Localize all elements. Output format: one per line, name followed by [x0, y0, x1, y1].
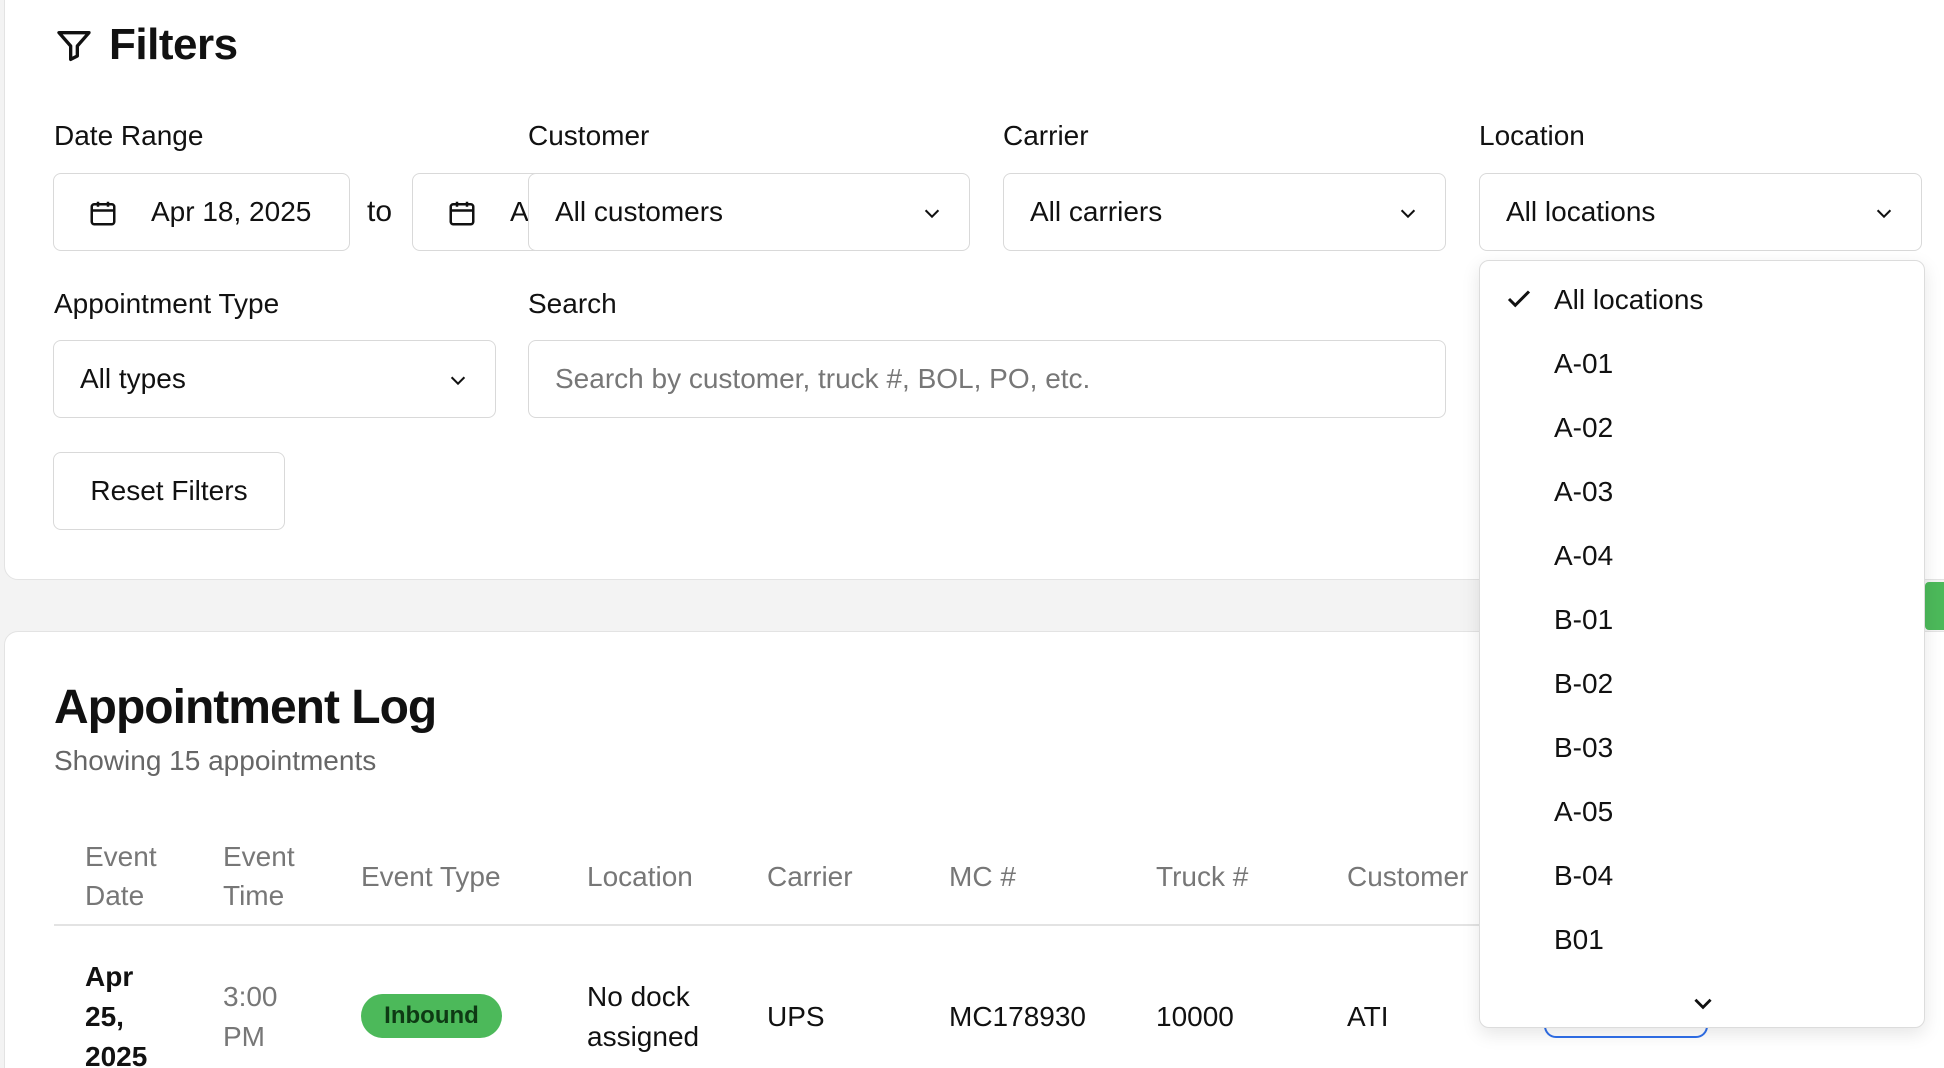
search-placeholder: Search by customer, truck #, BOL, PO, et… [555, 363, 1091, 394]
event-time-line: PM [223, 1021, 265, 1052]
filters-title: Filters [109, 20, 238, 69]
chevron-down-icon [1876, 209, 1892, 219]
column-header-location[interactable]: Location [587, 857, 693, 896]
date-to-value: A [510, 196, 529, 227]
chevron-down-icon [450, 376, 466, 386]
location-option[interactable]: B-04 [1554, 860, 1613, 892]
location-option[interactable]: B-03 [1554, 732, 1613, 764]
carrier-select[interactable]: All carriers [1003, 173, 1446, 251]
location-option[interactable]: All locations [1554, 284, 1703, 316]
column-header-mc[interactable]: MC # [949, 857, 1016, 896]
chevron-down-icon [1400, 209, 1416, 219]
event-date-line: 2025 [85, 1041, 148, 1068]
appointment-log-title: Appointment Log [54, 681, 437, 734]
filter-icon [57, 30, 91, 61]
cell-truck: 10000 [1156, 1001, 1234, 1032]
calendar-icon [449, 201, 475, 226]
calendar-icon [90, 201, 116, 226]
column-header-event-type[interactable]: Event Type [361, 857, 501, 896]
appointment-type-value: All types [80, 363, 186, 394]
customer-label: Customer [528, 120, 650, 151]
date-range-separator: to [367, 195, 393, 228]
side-tab[interactable] [1925, 582, 1944, 630]
event-date-line: 25, [85, 1001, 124, 1032]
cell-event-date: Apr 25, 2025 [85, 957, 147, 1068]
location-select-value: All locations [1506, 196, 1656, 227]
location-option[interactable]: A-05 [1554, 796, 1613, 828]
chevron-down-icon [924, 209, 940, 219]
event-date-line: Apr [85, 961, 134, 992]
cell-customer: ATI [1347, 1001, 1389, 1032]
date-from-value: Apr 18, 2025 [151, 196, 312, 227]
cell-mc: MC178930 [949, 1001, 1086, 1032]
appointment-count: Showing 15 appointments [54, 745, 377, 776]
customer-select[interactable]: All customers [528, 173, 970, 251]
search-label: Search [528, 288, 617, 319]
date-to-picker[interactable]: A [412, 173, 542, 251]
column-header-event-date[interactable]: Event Date [85, 837, 195, 915]
check-icon [1507, 290, 1531, 308]
location-option[interactable]: B-01 [1554, 604, 1613, 636]
location-option[interactable]: B01 [1554, 924, 1604, 956]
carrier-label: Carrier [1003, 120, 1089, 151]
location-option[interactable]: B-02 [1554, 668, 1613, 700]
scroll-down-chevron-icon[interactable] [1690, 990, 1716, 1016]
date-range-label: Date Range [54, 120, 204, 151]
carrier-select-value: All carriers [1030, 196, 1163, 227]
event-time-line: 3:00 [223, 981, 278, 1012]
location-line: assigned [587, 1021, 700, 1052]
location-option[interactable]: A-02 [1554, 412, 1613, 444]
search-input[interactable]: Search by customer, truck #, BOL, PO, et… [528, 340, 1446, 418]
column-header-customer[interactable]: Customer [1347, 857, 1468, 896]
customer-select-value: All customers [555, 196, 724, 227]
table-header-divider [54, 924, 1494, 926]
location-dropdown-menu: All locations A-01 A-02 A-03 A-04 B-01 B… [1479, 260, 1925, 1028]
location-option[interactable]: A-04 [1554, 540, 1613, 572]
location-option[interactable]: A-03 [1554, 476, 1613, 508]
cell-carrier: UPS [767, 1001, 825, 1032]
appointment-type-select[interactable]: All types [53, 340, 496, 418]
column-header-truck[interactable]: Truck # [1156, 857, 1248, 896]
column-header-carrier[interactable]: Carrier [767, 857, 853, 896]
location-select[interactable]: All locations [1479, 173, 1922, 251]
event-type-badge: Inbound [361, 994, 502, 1038]
appointment-type-label: Appointment Type [54, 288, 280, 319]
column-header-event-time[interactable]: Event Time [223, 837, 323, 915]
date-from-picker[interactable]: Apr 18, 2025 [53, 173, 350, 251]
cell-event-time: 3:00 PM [223, 977, 278, 1057]
reset-filters-button[interactable]: Reset Filters [53, 452, 285, 530]
cell-location: No dock assigned [587, 977, 699, 1057]
location-line: No dock [587, 981, 690, 1012]
location-option[interactable]: A-01 [1554, 348, 1613, 380]
location-label: Location [1479, 120, 1585, 151]
